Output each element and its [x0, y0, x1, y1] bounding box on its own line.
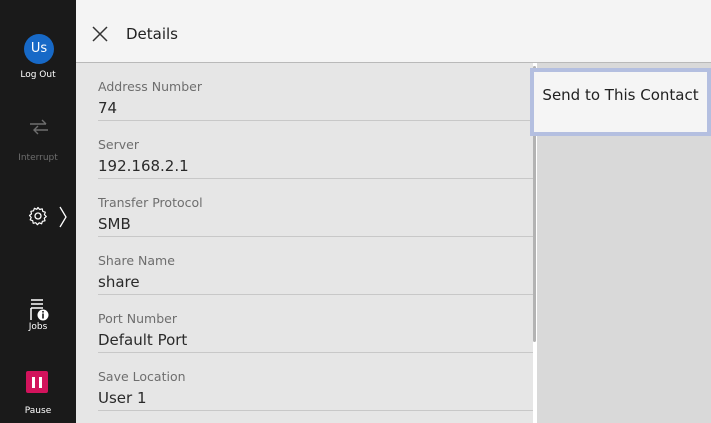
detail-row-transfer-protocol: Transfer Protocol SMB [98, 179, 533, 237]
interrupt-icon [30, 119, 48, 135]
detail-label: Save Location [98, 369, 186, 384]
detail-row-save-location: Save Location User 1 [98, 353, 533, 411]
detail-value: 192.168.2.1 [98, 157, 189, 175]
send-to-contact-button[interactable]: Send to This Contact [530, 68, 711, 136]
chevron-right-icon[interactable] [58, 205, 68, 229]
details-list: Address Number 74 Server 192.168.2.1 Tra… [76, 63, 533, 423]
detail-label: Server [98, 137, 139, 152]
detail-value: User 1 [98, 389, 147, 407]
pause-button[interactable] [26, 371, 48, 393]
pause-label[interactable]: Pause [0, 406, 76, 416]
detail-row-server: Server 192.168.2.1 [98, 121, 533, 179]
detail-value: SMB [98, 215, 131, 233]
detail-label: Address Number [98, 79, 202, 94]
jobs-icon[interactable] [28, 298, 50, 322]
detail-value: Default Port [98, 331, 188, 349]
detail-label: Port Number [98, 311, 177, 326]
user-avatar[interactable]: Us [24, 34, 54, 64]
detail-row-address-number: Address Number 74 [98, 63, 533, 121]
logout-label[interactable]: Log Out [0, 70, 76, 80]
detail-label: Transfer Protocol [98, 195, 203, 210]
detail-value: 74 [98, 99, 118, 117]
jobs-label[interactable]: Jobs [0, 322, 76, 332]
close-icon[interactable] [90, 24, 110, 44]
send-button-label: Send to This Contact [542, 86, 699, 104]
detail-row-share-name: Share Name share [98, 237, 533, 295]
detail-row-port-number: Port Number Default Port [98, 295, 533, 353]
detail-label: Share Name [98, 253, 175, 268]
page-title: Details [126, 25, 179, 43]
interrupt-label: Interrupt [18, 153, 58, 163]
gear-icon[interactable] [28, 206, 48, 226]
sidebar: Us Log Out Interrupt Jobs Pause [0, 0, 76, 423]
header-bar: Details [76, 0, 711, 63]
detail-value: share [98, 273, 140, 291]
